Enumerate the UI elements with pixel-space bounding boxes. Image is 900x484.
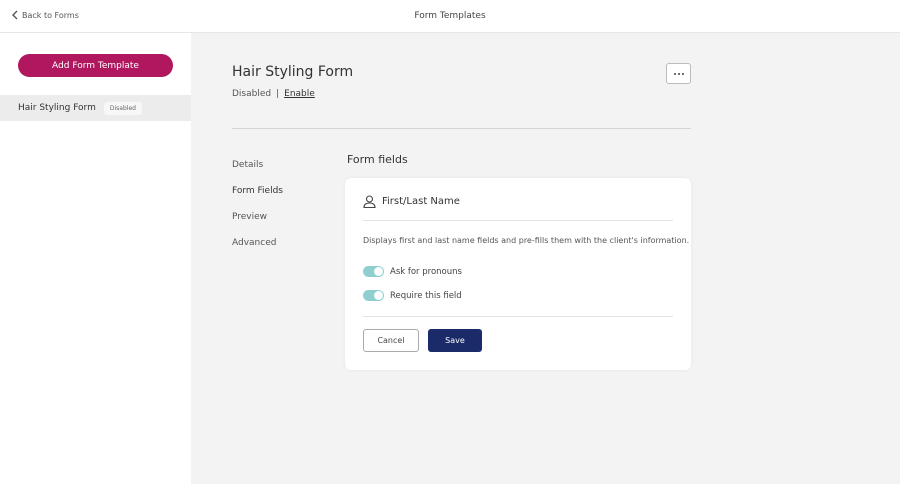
status-row: Disabled | Enable <box>232 89 315 99</box>
sidebar: Add Form Template Hair Styling Form Disa… <box>0 33 191 484</box>
page-title: Form Templates <box>414 11 486 21</box>
cancel-button[interactable]: Cancel <box>363 329 419 352</box>
pronouns-toggle[interactable] <box>363 266 384 277</box>
top-bar: Back to Forms Form Templates <box>0 0 900 33</box>
tab-details[interactable]: Details <box>232 160 283 186</box>
divider <box>363 316 673 317</box>
required-toggle[interactable] <box>363 290 384 301</box>
add-form-template-button[interactable]: Add Form Template <box>18 54 173 77</box>
toggle-label: Ask for pronouns <box>390 266 462 277</box>
divider <box>363 220 673 221</box>
divider <box>232 128 691 129</box>
enable-link[interactable]: Enable <box>284 89 315 99</box>
toggle-knob <box>374 291 383 300</box>
save-button[interactable]: Save <box>428 329 482 352</box>
status-badge: Disabled <box>103 101 142 115</box>
toggle-row-pronouns: Ask for pronouns <box>363 266 462 277</box>
toggle-knob <box>374 267 383 276</box>
status-separator: | <box>276 89 280 99</box>
form-subnav: Details Form Fields Preview Advanced <box>232 160 283 264</box>
ellipsis-icon <box>673 72 684 75</box>
form-title: Hair Styling Form <box>232 64 354 80</box>
tab-preview[interactable]: Preview <box>232 212 283 238</box>
field-header: First/Last Name <box>363 195 460 208</box>
field-card: First/Last Name Displays first and last … <box>345 178 691 370</box>
section-title: Form fields <box>347 153 408 166</box>
field-description: Displays first and last name fields and … <box>363 236 690 245</box>
tab-advanced[interactable]: Advanced <box>232 238 283 264</box>
status-text: Disabled <box>232 89 272 99</box>
more-options-button[interactable] <box>666 63 691 84</box>
toggle-row-required: Require this field <box>363 290 462 301</box>
person-icon <box>363 195 376 208</box>
sidebar-item-hair-styling-form[interactable]: Hair Styling Form Disabled <box>0 95 191 121</box>
sidebar-item-label: Hair Styling Form <box>18 103 96 113</box>
field-name: First/Last Name <box>382 196 460 207</box>
tab-form-fields[interactable]: Form Fields <box>232 186 283 212</box>
toggle-label: Require this field <box>390 290 462 301</box>
